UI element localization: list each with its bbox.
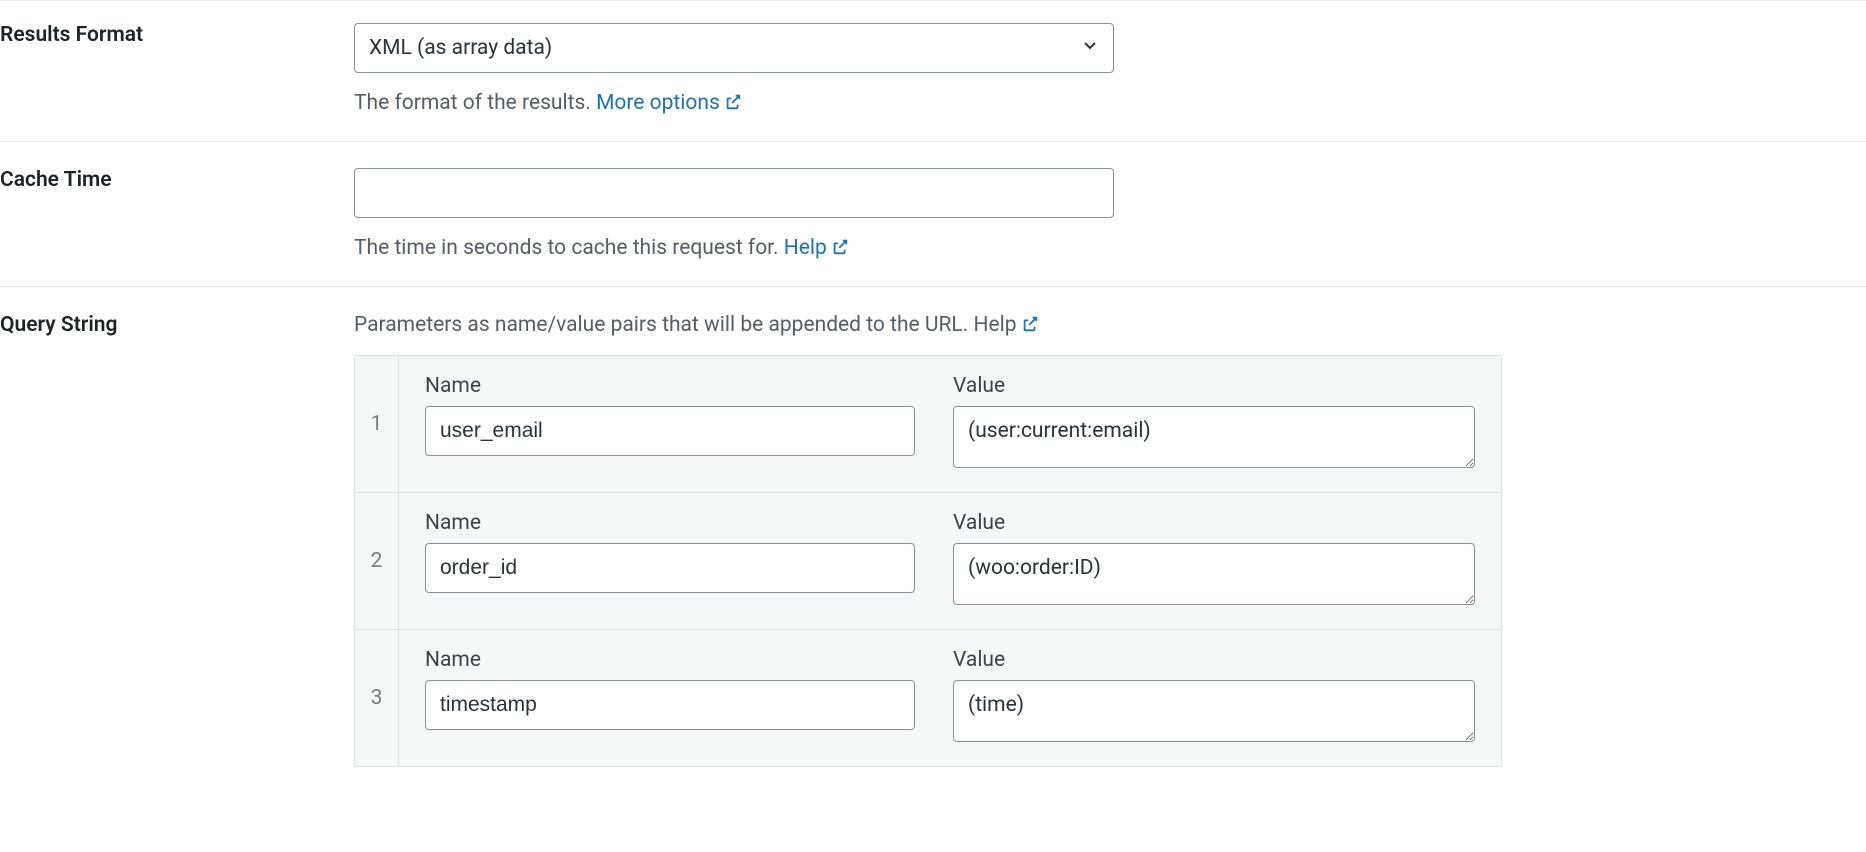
- results-format-more-options-link[interactable]: More options: [596, 91, 742, 115]
- external-link-icon: [724, 93, 742, 111]
- results-format-select-wrap: XML (as array data): [354, 23, 1114, 73]
- results-format-description: The format of the results. More options: [354, 91, 1866, 115]
- cache-time-input[interactable]: [354, 168, 1114, 218]
- query-string-row: Query String Parameters as name/value pa…: [0, 287, 1866, 794]
- query-string-row-number: 1: [355, 356, 399, 493]
- query-string-name-input[interactable]: [425, 543, 915, 593]
- query-string-value-input[interactable]: [953, 406, 1475, 468]
- query-string-name-label: Name: [425, 374, 915, 398]
- query-string-row-number: 2: [355, 493, 399, 630]
- query-string-param-row: 2 Name Value: [355, 493, 1502, 630]
- query-string-value-input[interactable]: [953, 680, 1475, 742]
- cache-time-help-link[interactable]: Help: [784, 236, 849, 260]
- query-string-param-row: 1 Name Value: [355, 356, 1502, 493]
- query-string-label: Query String: [0, 313, 117, 337]
- cache-time-row: Cache Time The time in seconds to cache …: [0, 142, 1866, 287]
- results-format-label: Results Format: [0, 23, 143, 47]
- query-string-help-link[interactable]: Help: [973, 313, 1038, 337]
- results-format-select[interactable]: XML (as array data): [354, 23, 1114, 73]
- query-string-row-number: 3: [355, 630, 399, 767]
- query-string-value-label: Value: [953, 511, 1475, 535]
- query-string-value-label: Value: [953, 374, 1475, 398]
- query-string-name-input[interactable]: [425, 406, 915, 456]
- cache-time-description: The time in seconds to cache this reques…: [354, 236, 1866, 260]
- query-string-value-input[interactable]: [953, 543, 1475, 605]
- query-string-param-row: 3 Name Value: [355, 630, 1502, 767]
- query-string-name-label: Name: [425, 648, 915, 672]
- query-string-name-label: Name: [425, 511, 915, 535]
- query-string-value-label: Value: [953, 648, 1475, 672]
- external-link-icon: [831, 238, 849, 256]
- query-string-name-input[interactable]: [425, 680, 915, 730]
- cache-time-label: Cache Time: [0, 168, 112, 192]
- query-string-table: 1 Name Value 2: [354, 355, 1502, 767]
- results-format-row: Results Format XML (as array data) The f…: [0, 1, 1866, 142]
- external-link-icon: [1021, 315, 1039, 333]
- query-string-description: Parameters as name/value pairs that will…: [354, 313, 1866, 337]
- results-format-selected-text: XML (as array data): [369, 36, 552, 60]
